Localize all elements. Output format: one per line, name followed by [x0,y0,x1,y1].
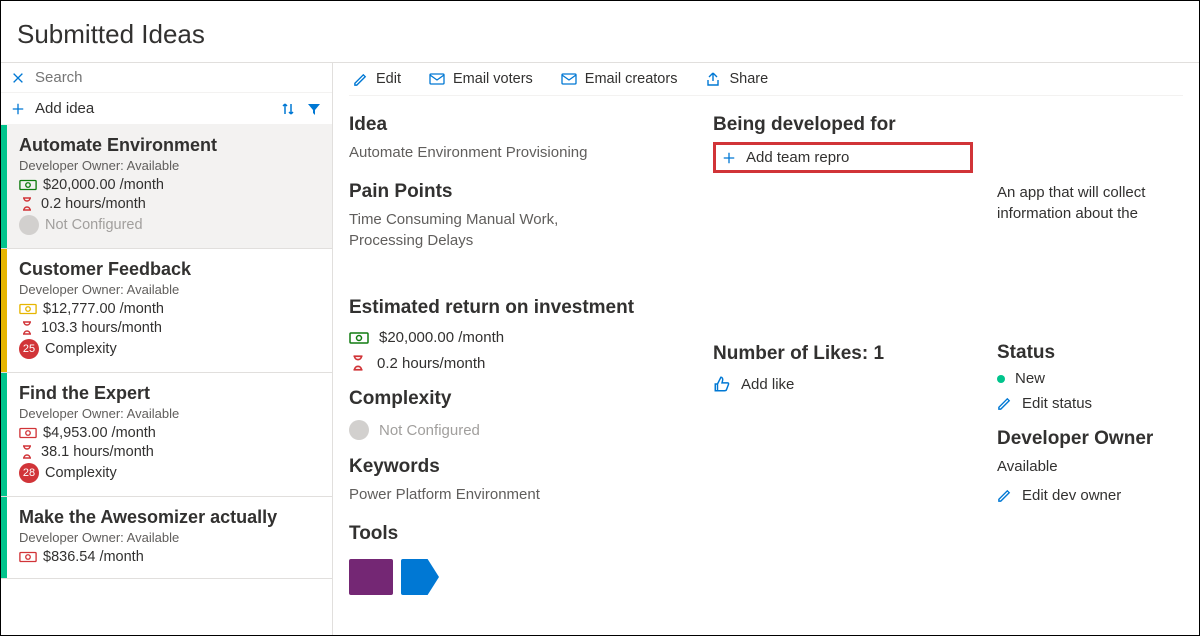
item-complexity-row: 25 Complexity [19,339,320,359]
email-creators-button[interactable]: Email creators [561,71,678,87]
item-owner: Developer Owner: Available [19,530,320,545]
status-row: New [997,370,1183,387]
item-hours-row: 103.3 hours/month [19,320,320,336]
roi-cost-row: $20,000.00 /month [349,329,689,346]
roi-hours-row: 0.2 hours/month [349,354,689,372]
item-title: Customer Feedback [19,259,320,280]
item-hours-row: 0.2 hours/month [19,196,320,212]
money-icon [19,302,37,316]
pain-value: Time Consuming Manual Work, Processing D… [349,209,609,251]
list-item[interactable]: Customer Feedback Developer Owner: Avail… [1,249,332,373]
idea-heading: Idea [349,114,689,136]
status-heading: Status [997,342,1183,364]
plus-icon [11,102,25,116]
complexity-badge [19,215,39,235]
edit-status-button[interactable]: Edit status [997,395,1092,412]
status-stripe [1,249,7,372]
hourglass-icon [19,444,35,460]
pain-heading: Pain Points [349,181,689,203]
add-like-button[interactable]: Add like [713,375,973,393]
detail-pane: Edit Email voters Email creators Share I [333,63,1199,635]
tools-heading: Tools [349,523,689,545]
add-team-highlight: Add team repro [713,142,973,173]
status-stripe [1,497,7,578]
complexity-heading: Complexity [349,388,689,410]
devowner-value: Available [997,456,1183,477]
hourglass-icon [19,196,35,212]
edit-devowner-button[interactable]: Edit dev owner [997,487,1121,504]
item-cost-row: $836.54 /month [19,549,320,565]
pencil-icon [997,396,1012,411]
add-idea-label: Add idea [35,100,270,117]
complexity-badge: 28 [19,463,39,483]
status-stripe [1,373,7,496]
plus-icon [722,151,736,165]
pencil-icon [997,488,1012,503]
add-team-button[interactable]: Add team repro [746,149,849,166]
share-icon [705,71,721,87]
sort-icon[interactable] [280,101,296,117]
tool-tile-powerautomate-icon[interactable] [401,559,439,595]
detail-col-1: Idea Automate Environment Provisioning P… [349,114,689,595]
item-title: Find the Expert [19,383,320,404]
mail-icon [561,72,577,86]
hourglass-icon [19,320,35,336]
status-dot-icon [997,375,1005,383]
keywords-value: Power Platform Environment [349,484,689,505]
email-voters-button[interactable]: Email voters [429,71,533,87]
list-item[interactable]: Find the Expert Developer Owner: Availab… [1,373,332,497]
roi-heading: Estimated return on investment [349,297,689,319]
idea-value: Automate Environment Provisioning [349,142,689,163]
item-cost-row: $4,953.00 /month [19,425,320,441]
tool-tile-powerapps-icon[interactable] [349,559,393,595]
devowner-heading: Developer Owner [997,428,1183,450]
item-title: Make the Awesomizer actually [19,507,320,528]
item-complexity-row: Not Configured [19,215,320,235]
money-icon [19,426,37,440]
money-icon [19,550,37,564]
item-owner: Developer Owner: Available [19,158,320,173]
item-owner: Developer Owner: Available [19,282,320,297]
detail-col-2: Being developed for Add team repro Numbe… [713,114,973,595]
complexity-badge: 25 [19,339,39,359]
edit-button[interactable]: Edit [353,71,401,87]
search-row[interactable] [1,63,332,93]
status-stripe [1,125,7,248]
devfor-heading: Being developed for [713,114,973,136]
money-icon [19,178,37,192]
complexity-badge [349,420,369,440]
item-hours-row: 38.1 hours/month [19,444,320,460]
item-complexity-row: 28 Complexity [19,463,320,483]
item-cost-row: $20,000.00 /month [19,177,320,193]
share-button[interactable]: Share [705,71,768,87]
likes-heading: Number of Likes: 1 [713,343,973,365]
pencil-icon [353,72,368,87]
money-icon [349,330,369,346]
add-idea-row[interactable]: Add idea [1,93,332,125]
close-icon[interactable] [11,71,25,85]
search-input[interactable] [35,69,322,86]
list-item[interactable]: Make the Awesomizer actually Developer O… [1,497,332,579]
description-value: An app that will collect information abo… [997,182,1183,224]
mail-icon [429,72,445,86]
page-title: Submitted Ideas [1,1,1199,63]
filter-icon[interactable] [306,101,322,117]
keywords-heading: Keywords [349,456,689,478]
list-item[interactable]: Automate Environment Developer Owner: Av… [1,125,332,249]
item-cost-row: $12,777.00 /month [19,301,320,317]
sidebar: Add idea Automate Environment Developer … [1,63,333,635]
toolbar: Edit Email voters Email creators Share [349,63,1183,96]
detail-col-3: An app that will collect information abo… [997,114,1183,595]
hourglass-icon [349,354,367,372]
item-title: Automate Environment [19,135,320,156]
complexity-row: Not Configured [349,420,689,440]
tools-row [349,559,689,595]
item-owner: Developer Owner: Available [19,406,320,421]
thumbs-up-icon [713,375,731,393]
